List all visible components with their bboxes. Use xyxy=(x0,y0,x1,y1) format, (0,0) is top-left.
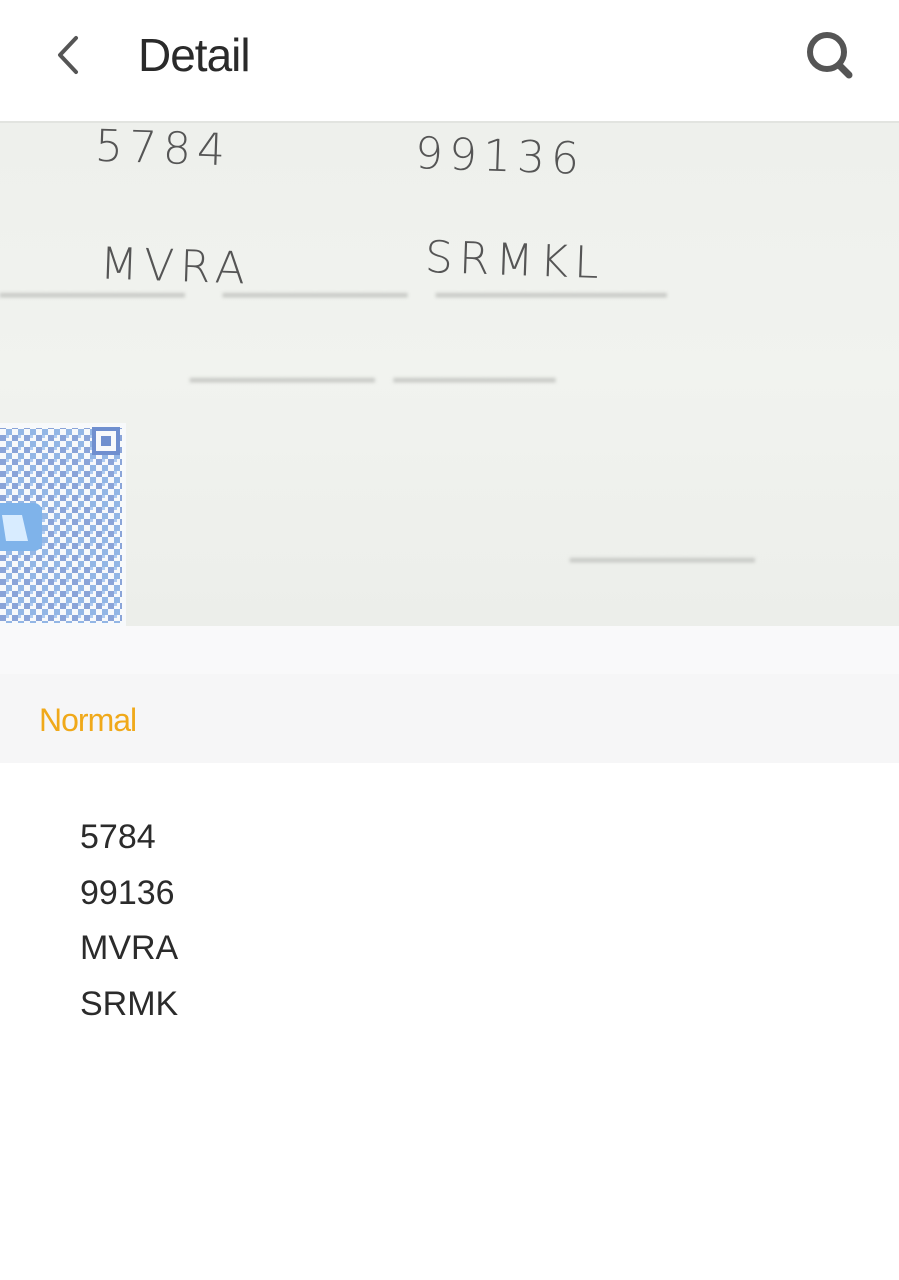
result-line: 99136 xyxy=(80,873,175,912)
qr-code-icon xyxy=(0,423,126,628)
handwritten-text: SRMKL xyxy=(424,231,606,290)
section-header: Normal xyxy=(0,674,899,763)
result-line: 5784 xyxy=(80,818,156,856)
result-line: MVRA xyxy=(80,929,179,967)
chevron-left-icon xyxy=(58,36,78,74)
top-app-bar: Detail xyxy=(0,0,899,121)
handwritten-text: 99136 xyxy=(414,128,586,185)
scanned-photo: ▁▁▁▁▁▁▁▁ ▁▁▁▁▁▁▁▁ ▁▁▁▁▁▁▁▁▁▁ ▁▁▁▁▁▁▁▁ ▁▁… xyxy=(0,121,899,628)
back-button[interactable] xyxy=(48,30,88,80)
recognized-text[interactable]: 5784 99136 MVRA SRMK xyxy=(80,810,178,1032)
search-icon xyxy=(807,32,853,79)
page-title: Detail xyxy=(138,29,251,81)
spacer xyxy=(0,626,899,674)
background-print: ▁▁▁▁▁▁▁▁ xyxy=(570,528,755,563)
search-button[interactable] xyxy=(800,26,858,84)
section-label: Normal xyxy=(39,702,137,738)
handwritten-text: MVRA xyxy=(99,238,252,295)
result-line: SRMK xyxy=(80,984,179,1023)
handwritten-text: 5784 xyxy=(94,121,232,177)
background-print: ▁▁▁▁▁▁▁▁ ▁▁▁▁▁▁▁ xyxy=(190,348,556,383)
